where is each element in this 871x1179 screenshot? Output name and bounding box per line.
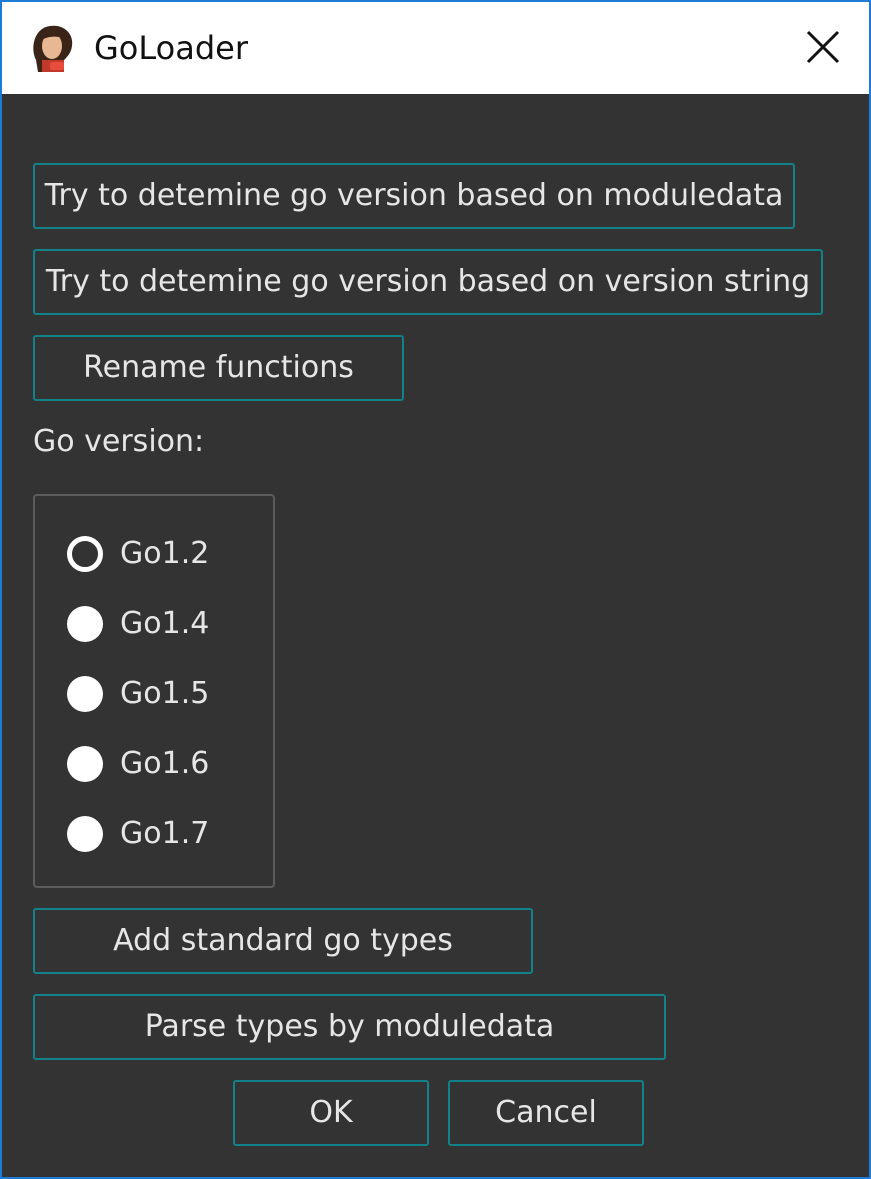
radio-unchecked-icon[interactable] [67,746,103,782]
window-title: GoLoader [94,29,248,67]
parse-types-button[interactable]: Parse types by moduledata [33,994,666,1060]
radio-label: Go1.5 [120,676,210,711]
detect-by-moduledata-button[interactable]: Try to detemine go version based on modu… [33,163,795,229]
radio-go1-7[interactable]: Go1.7 [67,814,267,854]
radio-label: Go1.6 [120,746,210,781]
goloader-dialog: GoLoader Try to detemine go version base… [0,0,871,1179]
radio-unchecked-icon[interactable] [67,606,103,642]
close-icon[interactable] [798,22,848,72]
add-standard-go-types-button[interactable]: Add standard go types [33,908,533,974]
radio-go1-5[interactable]: Go1.5 [67,674,267,714]
radio-go1-6[interactable]: Go1.6 [67,744,267,784]
radio-go1-2[interactable]: Go1.2 [67,534,267,574]
cancel-button[interactable]: Cancel [448,1080,644,1146]
radio-go1-4[interactable]: Go1.4 [67,604,267,644]
radio-checked-icon[interactable] [67,536,103,572]
go-version-radio-group: Go1.2 Go1.4 Go1.5 Go1.6 Go1.7 [33,494,275,888]
radio-label: Go1.7 [120,816,210,851]
app-portrait-icon [33,25,73,72]
radio-unchecked-icon[interactable] [67,816,103,852]
go-version-label: Go version: [33,424,205,459]
detect-by-version-string-button[interactable]: Try to detemine go version based on vers… [33,249,823,315]
title-bar[interactable]: GoLoader [2,2,869,94]
radio-label: Go1.4 [120,606,210,641]
radio-label: Go1.2 [120,536,210,571]
radio-unchecked-icon[interactable] [67,676,103,712]
dialog-content: Try to detemine go version based on modu… [2,94,869,1177]
ok-button[interactable]: OK [233,1080,429,1146]
rename-functions-button[interactable]: Rename functions [33,335,404,401]
